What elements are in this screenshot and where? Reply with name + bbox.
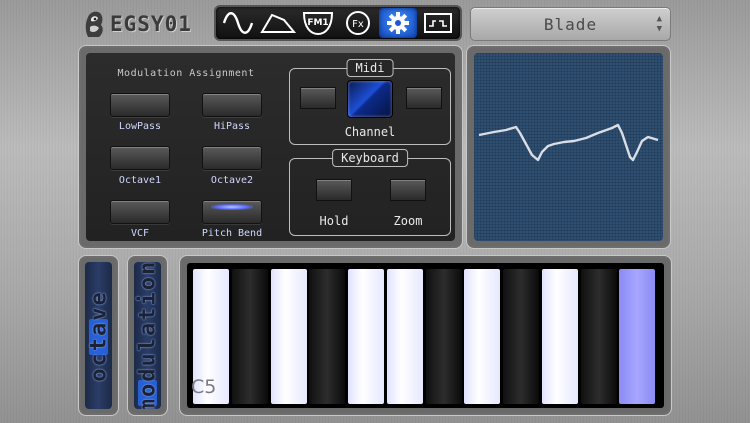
white-key[interactable]	[542, 269, 578, 404]
hold-button[interactable]	[316, 179, 352, 201]
vcf-button[interactable]	[110, 200, 170, 224]
hold-label: Hold	[319, 214, 349, 228]
lowpass-button[interactable]	[110, 93, 170, 117]
midi-title: Midi	[346, 59, 394, 77]
sine-wave-icon	[222, 12, 254, 34]
start-note-label: C5	[191, 376, 217, 398]
envelope-icon	[260, 13, 296, 33]
sequencer-icon	[424, 13, 452, 33]
fx-label: Fx	[352, 19, 364, 30]
piano-keyboard-panel: C5	[180, 256, 671, 415]
app-title: EGSY01	[110, 12, 192, 36]
octave-slider[interactable]: octave	[85, 262, 112, 409]
octave2-button[interactable]	[202, 146, 262, 170]
black-key[interactable]	[232, 269, 268, 404]
white-key[interactable]	[387, 269, 423, 404]
waveform-trace	[478, 123, 659, 162]
tab-settings[interactable]	[379, 8, 417, 38]
white-key[interactable]	[348, 269, 384, 404]
pitch-bend-label: Pitch Bend	[201, 228, 263, 239]
black-key[interactable]	[309, 269, 345, 404]
tab-oscillator[interactable]	[219, 8, 257, 38]
app-logo: EGSY01	[82, 8, 207, 40]
zoom-label: Zoom	[393, 214, 423, 228]
tab-fm[interactable]: FM1	[299, 8, 337, 38]
waveform-display-panel	[467, 46, 670, 248]
keyboard-title: Keyboard	[332, 149, 408, 167]
preset-selector[interactable]: Blade ▲ ▼	[470, 7, 671, 41]
modulation-label: modulation	[135, 262, 160, 409]
hipass-button[interactable]	[202, 93, 262, 117]
midi-channel-down-button[interactable]	[300, 87, 336, 109]
octave1-label: Octave1	[118, 175, 162, 186]
black-key[interactable]	[426, 269, 462, 404]
white-key[interactable]	[619, 269, 655, 404]
tab-envelope[interactable]	[259, 8, 297, 38]
preset-name: Blade	[543, 14, 598, 34]
zoom-button[interactable]	[390, 179, 426, 201]
channel-label: Channel	[344, 125, 396, 139]
octave2-label: Octave2	[210, 175, 254, 186]
tab-sequencer[interactable]	[419, 8, 457, 38]
black-key[interactable]	[503, 269, 539, 404]
octave-slider-panel: octave	[79, 256, 118, 415]
pitch-bend-button[interactable]	[202, 200, 262, 224]
white-key[interactable]	[464, 269, 500, 404]
editor-tab-bar: FM1 Fx	[214, 5, 462, 41]
modulation-slider[interactable]: modulation	[134, 262, 161, 409]
octave-label: octave	[86, 289, 111, 382]
midi-channel-button[interactable]	[347, 80, 393, 118]
keyboard-group: Keyboard Hold Zoom	[289, 149, 451, 236]
piano-keyboard: C5	[187, 263, 664, 408]
waveform-display	[474, 53, 663, 241]
lowpass-label: LowPass	[118, 121, 162, 132]
settings-panel: Modulation Assignment LowPass HiPass Oct…	[79, 46, 462, 248]
black-key[interactable]	[581, 269, 617, 404]
up-down-stepper-icon: ▲ ▼	[656, 14, 662, 34]
midi-group: Midi Channel	[289, 59, 451, 145]
dog-head-logo-icon	[85, 11, 103, 37]
modulation-assignment-title: Modulation Assignment	[117, 68, 255, 79]
gear-icon	[387, 12, 409, 34]
midi-channel-up-button[interactable]	[406, 87, 442, 109]
hipass-label: HiPass	[213, 121, 251, 132]
tab-effects[interactable]: Fx	[339, 8, 377, 38]
fm-icon: FM1	[302, 12, 334, 36]
white-key[interactable]	[271, 269, 307, 404]
fm-label: FM1	[307, 18, 328, 28]
octave1-button[interactable]	[110, 146, 170, 170]
fx-icon: Fx	[346, 11, 370, 35]
modulation-slider-panel: modulation	[128, 256, 167, 415]
vcf-label: VCF	[130, 228, 150, 239]
